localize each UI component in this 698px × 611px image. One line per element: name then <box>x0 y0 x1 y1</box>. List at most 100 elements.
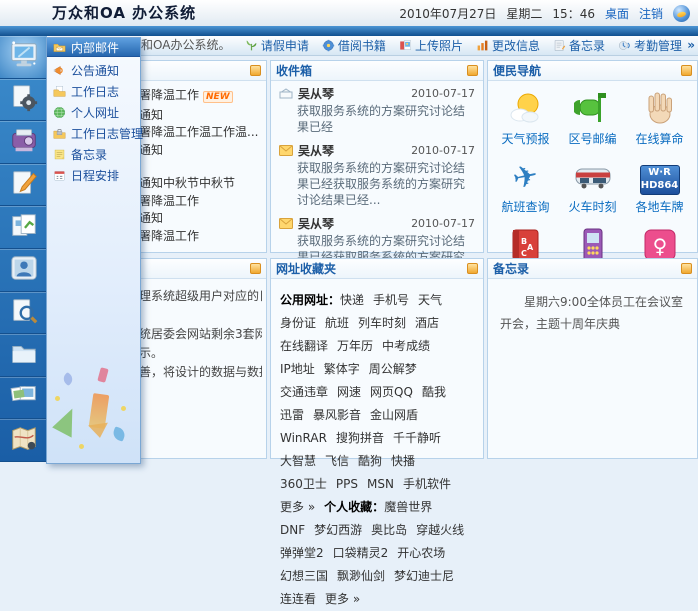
messenger-icon[interactable] <box>673 5 690 22</box>
minimize-icon[interactable] <box>467 263 478 274</box>
favorite-link[interactable]: 搜狗拼音 <box>336 431 384 445</box>
favorite-link[interactable]: 周公解梦 <box>369 362 417 376</box>
work-log-item[interactable]: 示。 <box>139 344 262 363</box>
sidebar-item-user-profile[interactable] <box>0 249 47 292</box>
favorite-link[interactable]: IP地址 <box>280 362 315 376</box>
favorite-link[interactable]: 千千静听 <box>393 431 441 445</box>
favorite-link[interactable]: MSN <box>367 477 394 491</box>
toolbar-item-考勤管理[interactable]: 考勤管理 <box>618 37 682 54</box>
menu-item-公告通知[interactable]: 公告通知 <box>47 60 140 81</box>
favorite-link[interactable]: 大智慧 <box>280 454 316 468</box>
favorite-link[interactable]: 手机号 <box>373 293 409 307</box>
toolbar-item-上传照片[interactable]: 上传照片 <box>399 37 463 54</box>
work-log-item[interactable]: 统居委会网站剩余3套网 <box>139 325 262 344</box>
favorite-link[interactable]: 穿越火线 <box>416 523 464 537</box>
sidebar-item-document-search[interactable] <box>0 292 47 335</box>
favorite-link[interactable]: 酷我 <box>422 385 446 399</box>
menu-item-日程安排[interactable]: 日程安排 <box>47 165 140 186</box>
sidebar-item-desktop[interactable] <box>0 36 47 79</box>
announcement-item[interactable]: 通知中秋节中秋节 <box>139 175 262 193</box>
work-log-item[interactable]: 善，将设计的数据与数据 <box>139 363 262 382</box>
sidebar-item-report-documents[interactable] <box>0 206 47 249</box>
favorite-link[interactable]: 幻想三国 <box>280 569 328 583</box>
sidebar-item-document-gear[interactable] <box>0 79 47 122</box>
favorite-link[interactable]: 网速 <box>337 385 361 399</box>
favorite-link[interactable]: PPS <box>336 477 358 491</box>
favorite-link[interactable]: 飘渺仙剑 <box>337 569 385 583</box>
favorite-link[interactable]: 酷狗 <box>358 454 382 468</box>
sidebar-item-photo-gallery[interactable] <box>0 377 47 420</box>
toolbar-item-备忘录[interactable]: 备忘录 <box>553 37 605 54</box>
favorite-link[interactable]: 连连看 <box>280 592 316 606</box>
favorite-link[interactable]: 魔兽世界 <box>384 500 432 514</box>
toolbar-item-请假申请[interactable]: 请假申请 <box>245 37 309 54</box>
inbox-message[interactable]: 吴从琴2010-07-17获取服务系统的方案研究讨论结果已经获取服务系统的方案研… <box>271 138 483 211</box>
favorite-link[interactable]: 繁体字 <box>324 362 360 376</box>
favorite-link[interactable]: 酒店 <box>415 316 439 330</box>
minimize-icon[interactable] <box>681 65 692 76</box>
favorite-link[interactable]: 万年历 <box>337 339 373 353</box>
favorite-link[interactable]: 列车时刻 <box>358 316 406 330</box>
announcement-item[interactable]: 署降温工作 <box>139 228 262 246</box>
inbox-message-header: 吴从琴2010-07-17 <box>279 142 475 159</box>
work-log-item[interactable] <box>139 306 262 325</box>
minimize-icon[interactable] <box>681 263 692 274</box>
work-log-item[interactable]: 理系统超级用户对应的日志 <box>139 287 262 306</box>
nav-item-航班查询[interactable]: ✈航班查询 <box>492 157 559 215</box>
favorite-link[interactable]: 交通违章 <box>280 385 328 399</box>
favorite-link[interactable]: 手机软件 <box>403 477 451 491</box>
minimize-icon[interactable] <box>250 65 261 76</box>
favorite-link[interactable]: 奥比岛 <box>371 523 407 537</box>
favorite-link[interactable]: 快递 <box>340 293 364 307</box>
toolbar-item-借阅书籍[interactable]: 借阅书籍 <box>322 37 386 54</box>
favorite-link[interactable]: 航班 <box>325 316 349 330</box>
menu-item-工作日志[interactable]: 工作日志 <box>47 81 140 102</box>
favorite-link[interactable]: 快播 <box>391 454 415 468</box>
favorite-link[interactable]: 暴风影音 <box>313 408 361 422</box>
more-link[interactable]: 更多 » <box>280 500 315 514</box>
toolbar-overflow-icon[interactable]: » <box>687 36 695 55</box>
more-link[interactable]: 更多 » <box>325 592 360 606</box>
logout-link[interactable]: 注销 <box>639 5 663 22</box>
favorite-link[interactable]: 在线翻译 <box>280 339 328 353</box>
favorite-link[interactable]: WinRAR <box>280 431 327 445</box>
nav-item-各地车牌[interactable]: W·RHD864各地车牌 <box>626 157 693 215</box>
favorite-link[interactable]: 360卫士 <box>280 477 327 491</box>
announcement-item[interactable]: 署降温工作NEW <box>139 87 262 107</box>
sidebar-item-folder[interactable] <box>0 334 47 377</box>
announcement-item[interactable]: 通知 <box>139 210 262 228</box>
favorite-link[interactable]: 天气 <box>418 293 442 307</box>
announcement-item[interactable]: 署降温工作温工作温... <box>139 124 262 142</box>
desktop-link[interactable]: 桌面 <box>605 5 629 22</box>
favorite-link[interactable]: 网页QQ <box>370 385 413 399</box>
menu-item-个人网址[interactable]: 个人网址 <box>47 102 140 123</box>
nav-item-区号邮编[interactable]: 区号邮编 <box>559 89 626 147</box>
sidebar-item-map[interactable] <box>0 419 47 462</box>
favorite-link[interactable]: 身份证 <box>280 316 316 330</box>
announcement-item[interactable]: 署降温工作 <box>139 193 262 211</box>
inbox-message[interactable]: 吴从琴2010-07-17获取服务系统的方案研究讨论结果已经 <box>271 81 483 138</box>
menu-item-备忘录[interactable]: 备忘录 <box>47 144 140 165</box>
favorite-link[interactable]: 金山网盾 <box>370 408 418 422</box>
menu-item-工作日志管理[interactable]: 工作日志管理 <box>47 123 140 144</box>
announcement-item[interactable]: 通知 <box>139 142 262 160</box>
menu-item-内部邮件[interactable]: 内部邮件 <box>47 38 140 57</box>
favorite-link[interactable]: 飞信 <box>325 454 349 468</box>
nav-item-火车时刻[interactable]: 火车时刻 <box>559 157 626 215</box>
favorite-link[interactable]: 口袋精灵2 <box>333 546 389 560</box>
favorite-link[interactable]: 中考成绩 <box>382 339 430 353</box>
announcement-item[interactable]: 通知 <box>139 107 262 125</box>
favorite-link[interactable]: DNF <box>280 523 305 537</box>
favorite-link[interactable]: 梦幻西游 <box>314 523 362 537</box>
toolbar-item-更改信息[interactable]: 更改信息 <box>476 37 540 54</box>
sidebar-item-edit-document[interactable] <box>0 164 47 207</box>
nav-item-天气预报[interactable]: 天气预报 <box>492 89 559 147</box>
minimize-icon[interactable] <box>467 65 478 76</box>
favorite-link[interactable]: 开心农场 <box>397 546 445 560</box>
favorite-link[interactable]: 迅雷 <box>280 408 304 422</box>
sidebar-item-print-device[interactable] <box>0 121 47 164</box>
favorite-link[interactable]: 弹弹堂2 <box>280 546 324 560</box>
minimize-icon[interactable] <box>250 263 261 274</box>
favorite-link[interactable]: 梦幻迪士尼 <box>394 569 454 583</box>
nav-item-在线算命[interactable]: 在线算命 <box>626 89 693 147</box>
